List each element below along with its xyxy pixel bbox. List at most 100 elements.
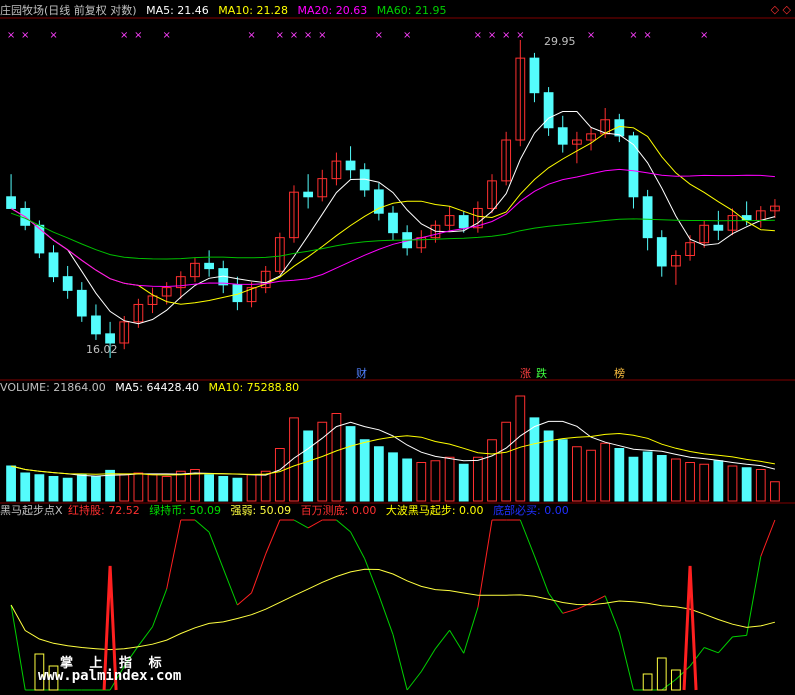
red-hold-label: 红持股: 72.52 xyxy=(68,504,140,517)
candle-body xyxy=(91,315,101,335)
chart-canvas: × × × × × × × × × × × × × × × × × × × × × xyxy=(0,17,795,691)
indicator-segment xyxy=(717,636,733,654)
volume-bar xyxy=(345,426,356,502)
low-price-label: 16.02 xyxy=(86,343,118,356)
indicator-segment xyxy=(477,519,493,608)
signal-x-marker: × xyxy=(643,30,651,41)
indicator-header: 黑马起步点X 红持股: 72.52 绿持币: 50.09 强弱: 50.09 百… xyxy=(0,504,575,518)
indicator-segment xyxy=(675,665,691,680)
indicator-segment xyxy=(392,634,408,691)
million-bottom-label: 百万测底: 0.00 xyxy=(300,504,377,517)
signal-x-marker: × xyxy=(375,30,383,41)
indicator-segment xyxy=(576,602,592,610)
signal-x-marker: × xyxy=(120,30,128,41)
indicator-segment xyxy=(208,531,224,569)
signal-x-marker: × xyxy=(403,30,411,41)
settings-diamond-icon[interactable]: ◇ ◇ xyxy=(771,3,791,16)
ma20-label: MA20: 20.63 xyxy=(297,4,368,17)
ma60-label: MA60: 21.95 xyxy=(376,4,447,17)
indicator-segment xyxy=(364,558,380,596)
indicator-segment xyxy=(137,626,153,647)
indicator-segment xyxy=(166,519,182,590)
indicator-segment xyxy=(562,608,578,614)
volume-bar xyxy=(388,452,398,502)
strength-line xyxy=(10,568,776,651)
watermark-url: www.palmindex.com xyxy=(38,668,182,684)
candle-body xyxy=(642,196,653,239)
signal-x-marker: × xyxy=(21,30,29,41)
indicator-segment xyxy=(336,519,351,533)
indicator-segment xyxy=(732,634,747,638)
ma10-label: MA10: 21.28 xyxy=(218,4,289,17)
candle-body xyxy=(34,224,45,254)
candle-body xyxy=(6,196,16,209)
volume-bar xyxy=(656,455,667,502)
candle-body xyxy=(557,127,568,145)
indicator-segment xyxy=(519,519,535,557)
candle-body xyxy=(529,57,540,94)
volume-bar xyxy=(204,474,214,502)
bang-marker: 榜 xyxy=(614,367,625,380)
volume-bar xyxy=(770,481,780,502)
indicator-segment xyxy=(449,630,465,654)
volume-bar xyxy=(175,470,186,502)
signal-x-marker: × xyxy=(276,30,284,41)
indicator-segment xyxy=(689,647,705,667)
strength-label: 强弱: 50.09 xyxy=(230,504,292,517)
indicator-segment xyxy=(307,519,323,529)
wave-horse-bar xyxy=(656,657,667,691)
wave-horse-label: 大波黑马起步: 0.00 xyxy=(385,504,484,517)
candle-body xyxy=(458,215,469,229)
signal-x-marker: × xyxy=(49,30,57,41)
signal-x-marker: × xyxy=(247,30,255,41)
signal-x-marker: × xyxy=(587,30,595,41)
volume-bar xyxy=(62,477,73,502)
signal-x-marker: × xyxy=(162,30,170,41)
indicator-segment xyxy=(661,678,677,691)
candle-body xyxy=(713,224,724,231)
volume-bar xyxy=(6,465,16,502)
price-header: 庄园牧场(日线 前复权 对数) MA5: 21.46 MA10: 21.28 M… xyxy=(0,4,452,18)
green-hold-label: 绿持币: 50.09 xyxy=(149,504,221,517)
candle-body xyxy=(62,276,73,291)
volume-bar xyxy=(472,456,483,502)
indicator-segment xyxy=(618,632,634,691)
indicator-segment xyxy=(194,519,210,533)
high-price-label: 29.95 xyxy=(544,35,576,48)
indicator-segment xyxy=(533,555,550,594)
volume-bar xyxy=(303,430,314,502)
indicator-segment xyxy=(463,607,479,654)
volume-bar xyxy=(727,465,738,502)
indicator-segment xyxy=(237,592,252,606)
volume-bar xyxy=(416,462,427,502)
volume-bar xyxy=(119,474,130,502)
signal-x-marker: × xyxy=(700,30,708,41)
indicator-segment xyxy=(406,671,422,691)
volume-bar xyxy=(260,470,271,502)
volume-bar xyxy=(359,439,370,502)
candle-body xyxy=(345,160,356,171)
signal-x-marker: × xyxy=(318,30,326,41)
price-pane: × × × × × × × × × × × × × × × × × × × × × xyxy=(6,30,780,358)
candle-body xyxy=(76,289,87,317)
volume-bar xyxy=(373,446,384,502)
indicator-segment xyxy=(746,556,762,636)
signal-x-marker: × xyxy=(304,30,312,41)
die-marker: 跌 xyxy=(536,367,547,380)
ma5-label: MA5: 21.46 xyxy=(146,4,209,17)
volume-pane xyxy=(6,395,780,502)
bottom-buy-label: 底部必买: 0.00 xyxy=(493,504,569,517)
candle-body xyxy=(741,215,752,221)
vol-ma10-label: MA10: 75288.80 xyxy=(208,381,300,394)
volume-bar xyxy=(755,469,766,502)
volume-bar xyxy=(48,476,59,502)
indicator-segment xyxy=(378,595,394,635)
volume-header: VOLUME: 21864.00 MA5: 64428.40 MA10: 752… xyxy=(0,381,305,395)
volume-bar xyxy=(430,460,441,502)
volume-bar xyxy=(34,474,45,502)
indicator-segment xyxy=(152,588,168,627)
indicator-segment xyxy=(590,595,606,604)
vol-ma5-label: MA5: 64428.40 xyxy=(115,381,199,394)
volume-bar xyxy=(232,477,243,502)
signal-x-marker: × xyxy=(516,30,524,41)
